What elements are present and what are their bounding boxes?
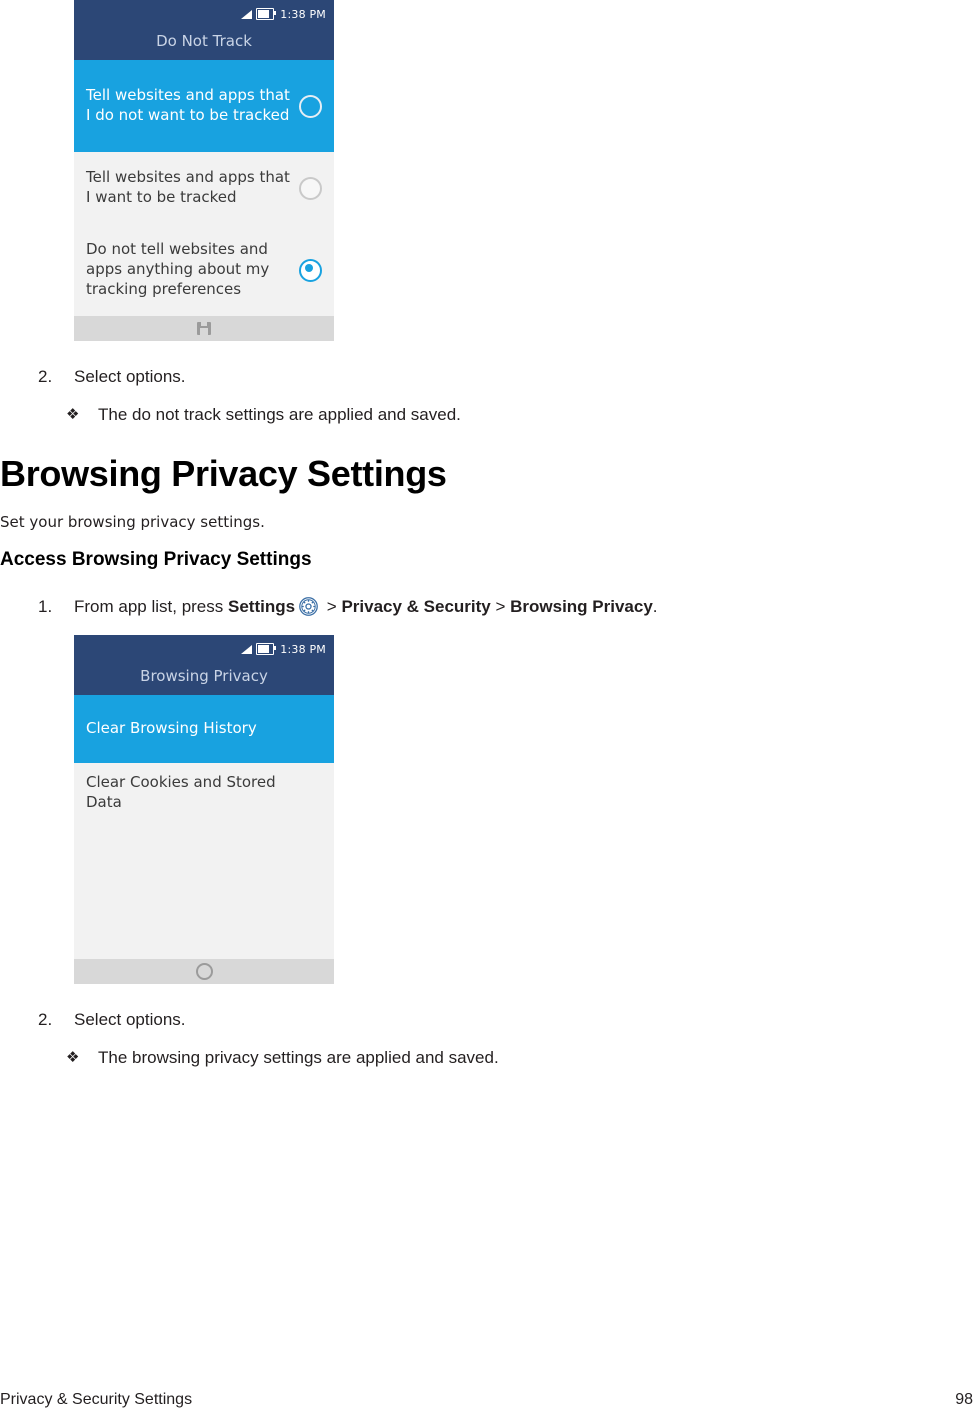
battery-icon [256,8,277,20]
phone-empty-area [74,841,334,959]
diamond-bullet-icon: ❖ [66,1048,80,1066]
phone-title-do-not-track: Do Not Track [74,28,334,60]
home-circle-icon[interactable] [195,963,213,980]
footer-page-number: 98 [955,1391,973,1408]
status-clock: 1:38 PM [280,642,326,656]
step-number: 1. [38,597,53,616]
phone-nav-bar [74,959,334,984]
status-clock: 1:38 PM [280,7,326,21]
settings-label: Settings [228,597,296,616]
radio-button-icon[interactable] [299,176,322,200]
step-select-options-2: 2. Select options. [38,1010,973,1030]
option-label: Tell websites and apps that I want to be… [86,168,290,206]
signal-triangle-icon [241,9,253,19]
separator-1: > [322,597,342,616]
step-number: 2. [38,1010,53,1029]
gear-icon [299,597,318,616]
step-prefix: From app list, press [74,597,228,616]
save-icon[interactable] [197,322,211,335]
option-row-want-tracked[interactable]: Tell websites and apps that I want to be… [74,152,334,224]
step-number: 2. [38,367,53,386]
browsing-privacy-label: Browsing Privacy [510,597,653,616]
signal-triangle-icon [241,644,253,654]
menu-row-clear-cookies[interactable]: Clear Cookies and Stored Data [74,763,334,841]
footer-section-title: Privacy & Security Settings [0,1391,193,1408]
option-label: Tell websites and apps that I do not wan… [86,86,290,124]
menu-row-clear-browsing-history[interactable]: Clear Browsing History [74,695,334,763]
separator-2: > [490,597,511,616]
bullet-do-not-track-saved: ❖ The do not track settings are applied … [66,405,973,425]
status-bar: 1:38 PM [74,0,334,28]
status-bar: 1:38 PM [74,635,334,663]
step-text: Select options. [74,367,186,386]
menu-label: Clear Cookies and Stored Data [86,773,276,811]
section-heading: Access Browsing Privacy Settings [0,549,312,570]
document-page: 1:38 PM Do Not Track Tell websites and a… [0,0,973,1425]
page-title: Browsing Privacy Settings [0,453,447,494]
page-footer: Privacy & Security Settings 98 [0,1391,973,1409]
step-text: Select options. [74,1010,186,1029]
intro-paragraph: Set your browsing privacy settings. [0,513,265,531]
privacy-security-label: Privacy & Security [341,597,491,616]
radio-button-selected-icon[interactable] [299,258,322,282]
bullet-browsing-privacy-saved: ❖ The browsing privacy settings are appl… [66,1048,973,1068]
step-from-app-list: 1. From app list, press Settings > Priva… [38,597,973,617]
menu-label: Clear Browsing History [86,719,257,738]
step-select-options-1: 2. Select options. [38,367,973,387]
option-row-do-not-want-tracked[interactable]: Tell websites and apps that I do not wan… [74,60,334,152]
diamond-bullet-icon: ❖ [66,405,80,423]
option-label: Do not tell websites and apps anything a… [86,240,270,298]
phone-title-browsing-privacy: Browsing Privacy [74,663,334,695]
bullet-text: The do not track settings are applied an… [98,405,461,424]
status-icons: 1:38 PM [241,8,326,21]
radio-button-icon[interactable] [299,94,322,118]
phone-screenshot-do-not-track: 1:38 PM Do Not Track Tell websites and a… [74,0,334,341]
phone-nav-bar [74,316,334,341]
status-icons: 1:38 PM [241,643,326,656]
step-text-container: From app list, press Settings > Privacy … [74,597,658,617]
step-period: . [652,597,658,616]
bullet-text: The browsing privacy settings are applie… [98,1048,499,1067]
phone-screenshot-browsing-privacy: 1:38 PM Browsing Privacy Clear Browsing … [74,635,334,984]
option-row-do-not-tell[interactable]: Do not tell websites and apps anything a… [74,224,334,316]
battery-icon [256,643,277,655]
